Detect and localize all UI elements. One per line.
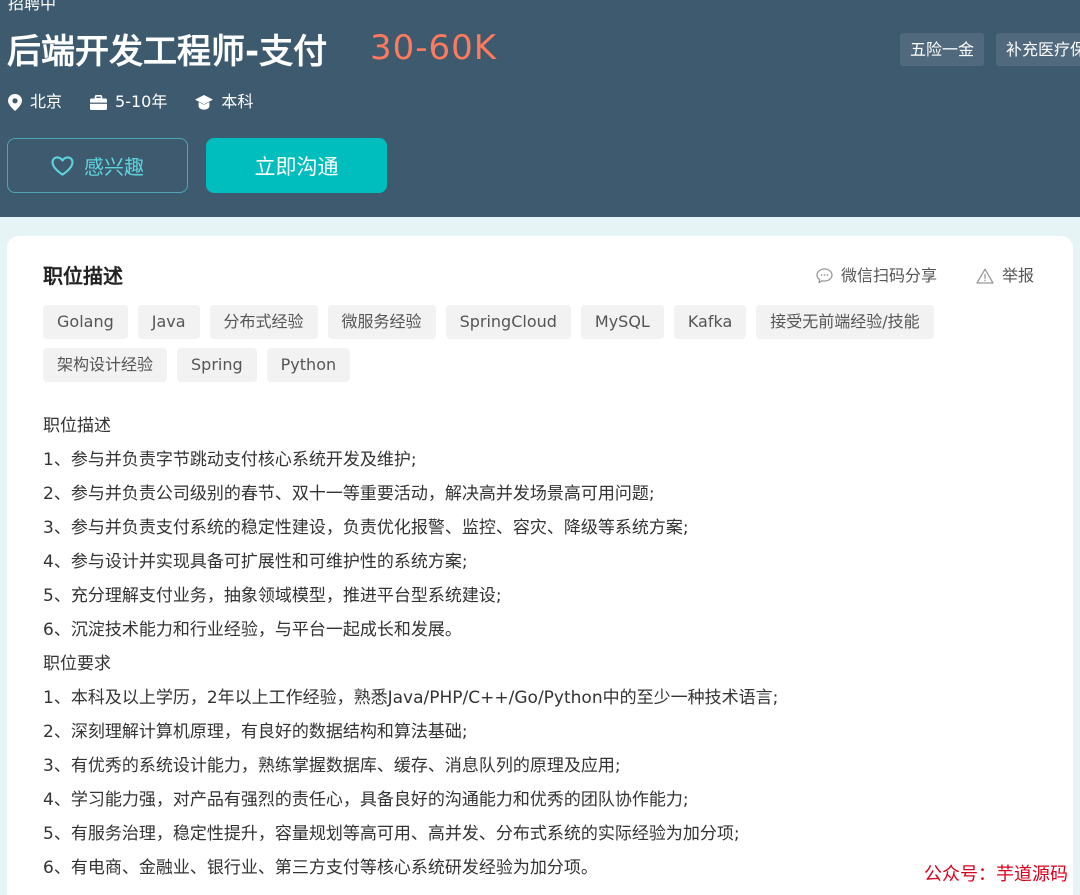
requirement-line: 2、深刻理解计算机原理，有良好的数据结构和算法基础; bbox=[43, 722, 468, 742]
skill-tag: 接受无前端经验/技能 bbox=[756, 305, 934, 339]
welfare-tag: 补充医疗保 bbox=[996, 33, 1080, 66]
job-status-text: 招聘中 bbox=[8, 0, 57, 13]
skill-tag: Kafka bbox=[673, 305, 747, 339]
experience-text: 5-10年 bbox=[115, 92, 168, 111]
wechat-share-label: 微信扫码分享 bbox=[841, 266, 938, 285]
description-heading: 职位描述 bbox=[43, 416, 111, 436]
description-line: 1、参与并负责字节跳动支付核心系统开发及维护; bbox=[43, 450, 417, 470]
city-text: 北京 bbox=[30, 92, 63, 111]
job-meta: 北京 5-10年 本科 bbox=[8, 90, 281, 114]
requirement-line: 4、学习能力强，对产品有强烈的责任心，具备良好的沟通能力和优秀的团队协作能力; bbox=[43, 790, 689, 810]
interest-button-label: 感兴趣 bbox=[84, 155, 144, 179]
requirement-line: 3、有优秀的系统设计能力，熟练掌握数据库、缓存、消息队列的原理及应用; bbox=[43, 756, 621, 776]
skill-tag: Python bbox=[266, 348, 351, 382]
watermark: 公众号：芋道源码 bbox=[924, 864, 1068, 885]
interest-button[interactable]: 感兴趣 bbox=[7, 138, 188, 193]
degree: 本科 bbox=[195, 90, 253, 114]
graduation-cap-icon bbox=[195, 94, 214, 110]
description-line: 2、参与并负责公司级别的春节、双十一等重要活动，解决高并发场景高可用问题; bbox=[43, 484, 655, 504]
experience: 5-10年 bbox=[90, 90, 167, 114]
requirement-line: 5、有服务治理，稳定性提升，容量规划等高可用、高并发、分布式系统的实际经验为加分… bbox=[43, 824, 740, 844]
chat-bubble-icon bbox=[816, 268, 833, 284]
skill-tag: MySQL bbox=[580, 305, 664, 339]
requirement-line: 1、本科及以上学历，2年以上工作经验，熟悉Java/PHP/C++/Go/Pyt… bbox=[43, 688, 779, 708]
job-description-card: 职位描述 微信扫码分享 举报 Golang Java 分布式经验 微服务经验 S… bbox=[7, 236, 1073, 895]
salary: 30-60K bbox=[370, 28, 498, 68]
report-link[interactable]: 举报 bbox=[976, 265, 1034, 287]
skill-tag: 微服务经验 bbox=[327, 305, 436, 339]
skill-tag: SpringCloud bbox=[445, 305, 571, 339]
description-line: 4、参与设计并实现具备可扩展性和可维护性的系统方案; bbox=[43, 552, 468, 572]
heart-icon bbox=[51, 155, 74, 176]
skill-tag: Java bbox=[137, 305, 200, 339]
wechat-share-link[interactable]: 微信扫码分享 bbox=[816, 265, 937, 287]
job-title: 后端开发工程师-支付 bbox=[7, 32, 328, 72]
section-title: 职位描述 bbox=[43, 264, 123, 288]
degree-text: 本科 bbox=[221, 92, 254, 111]
briefcase-icon bbox=[90, 94, 108, 110]
job-header: 招聘中 后端开发工程师-支付 30-60K 五险一金 补充医疗保 北京 5-10… bbox=[0, 0, 1080, 217]
chat-now-button-label: 立即沟通 bbox=[254, 154, 339, 179]
warning-triangle-icon bbox=[976, 268, 994, 284]
chat-now-button[interactable]: 立即沟通 bbox=[206, 138, 387, 193]
description-line: 3、参与并负责支付系统的稳定性建设，负责优化报警、监控、容灾、降级等系统方案; bbox=[43, 518, 689, 538]
skill-tags: Golang Java 分布式经验 微服务经验 SpringCloud MySQ… bbox=[43, 305, 1003, 391]
description-line: 5、充分理解支付业务，抽象领域模型，推进平台型系统建设; bbox=[43, 586, 502, 606]
skill-tag: 架构设计经验 bbox=[43, 348, 168, 382]
job-description-text: 职位描述 1、参与并负责字节跳动支付核心系统开发及维护; 2、参与并负责公司级别… bbox=[43, 409, 1043, 885]
requirement-line: 6、有电商、金融业、银行业、第三方支付等核心系统研发经验为加分项。 bbox=[43, 858, 598, 878]
description-line: 6、沉淀技术能力和行业经验，与平台一起成长和发展。 bbox=[43, 620, 462, 640]
city: 北京 bbox=[8, 90, 62, 114]
requirements-heading: 职位要求 bbox=[43, 654, 111, 674]
location-pin-icon bbox=[8, 93, 22, 111]
skill-tag: 分布式经验 bbox=[209, 305, 318, 339]
report-label: 举报 bbox=[1002, 266, 1035, 285]
skill-tag: Spring bbox=[177, 348, 257, 382]
welfare-tag: 五险一金 bbox=[900, 33, 985, 66]
skill-tag: Golang bbox=[43, 305, 128, 339]
